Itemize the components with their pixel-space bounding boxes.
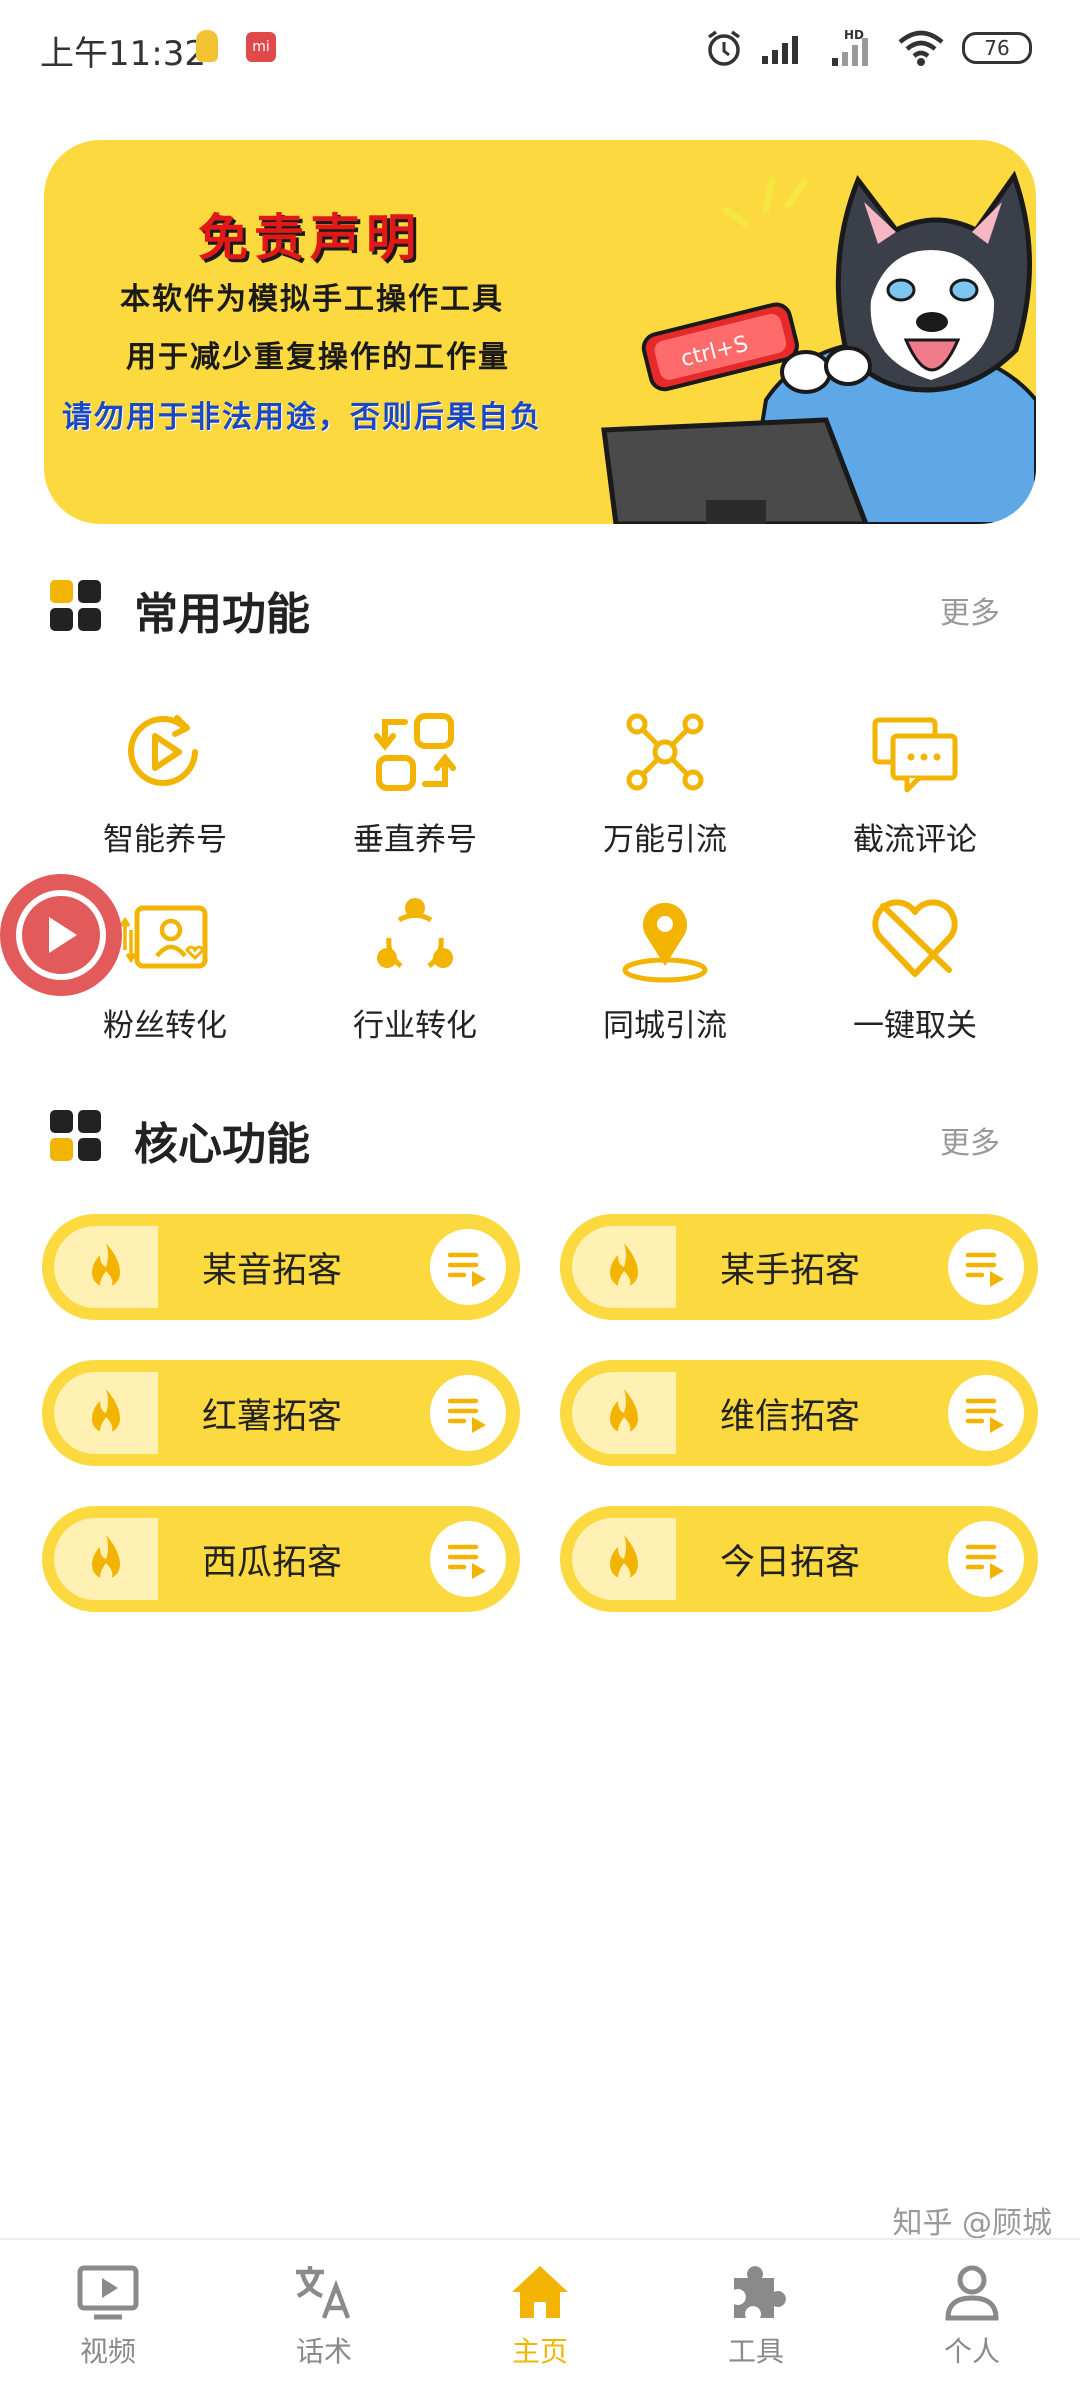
broken-heart-icon	[872, 899, 958, 977]
fan-card-icon	[119, 905, 208, 969]
func-one-click-unfollow[interactable]: 一键取关	[790, 874, 1040, 1060]
banner-line-2: 用于减少重复操作的工作量	[126, 340, 510, 375]
nav-label: 主页	[511, 2335, 568, 2368]
core-item-xigua[interactable]: 西瓜拓客	[42, 1506, 520, 1612]
watermark-text: 知乎 @顾城	[892, 2206, 1052, 2241]
fire-icon	[54, 1372, 158, 1454]
func-vertical-nurture[interactable]: 垂直养号	[290, 688, 540, 874]
mi-app-badge: mi	[246, 32, 276, 62]
network-nodes-icon	[626, 713, 704, 791]
nav-item-scripts[interactable]: 话术	[216, 2240, 432, 2400]
nav-label: 个人	[943, 2335, 1000, 2368]
nav-item-home[interactable]: 主页	[432, 2240, 648, 2400]
tv-play-icon	[77, 2265, 139, 2320]
func-intercept-comments[interactable]: 截流评论	[790, 688, 1040, 874]
signal-icon	[762, 36, 798, 64]
bottom-navigation: 视频 话术 主页 工具 个人	[0, 2238, 1080, 2400]
nav-label: 视频	[79, 2335, 136, 2368]
fire-icon	[572, 1372, 676, 1454]
banner-line-3: 请勿用于非法用途，否则后果自负	[62, 400, 542, 435]
nav-label: 话术	[295, 2335, 352, 2368]
status-bar: 上午11:32 mi HD 76	[0, 0, 1080, 100]
list-play-icon[interactable]	[430, 1521, 506, 1597]
func-label: 一键取关	[853, 1008, 977, 1044]
func-smart-nurture[interactable]: 智能养号	[40, 688, 290, 874]
func-label: 截流评论	[853, 822, 977, 858]
core-item-label: 某手拓客	[719, 1251, 860, 1291]
section-grid-icon	[50, 580, 102, 632]
status-time: 上午11:32	[40, 34, 206, 74]
fire-icon	[54, 1518, 158, 1600]
signal-hd-icon: HD	[832, 28, 868, 66]
play-cycle-icon	[128, 715, 198, 786]
banner-title: 免责声明	[198, 209, 422, 267]
func-local-traffic[interactable]: 同城引流	[540, 874, 790, 1060]
core-item-douyin[interactable]: 某音拓客	[42, 1214, 520, 1320]
translate-icon	[296, 2266, 351, 2319]
nav-item-video[interactable]: 视频	[0, 2240, 216, 2400]
core-more-link[interactable]: 更多	[940, 1118, 1000, 1162]
core-item-label: 红薯拓客	[201, 1397, 342, 1437]
list-play-icon[interactable]	[430, 1375, 506, 1451]
husky-illustration: ctrl+S	[601, 170, 1036, 524]
core-functions-header: 核心功能 更多	[50, 1098, 1030, 1170]
common-functions-header: 常用功能 更多	[50, 568, 1030, 640]
func-label: 智能养号	[103, 822, 227, 858]
core-item-kuaishou[interactable]: 某手拓客	[560, 1214, 1038, 1320]
nav-item-profile[interactable]: 个人	[864, 2240, 1080, 2400]
func-label: 粉丝转化	[103, 1008, 227, 1044]
core-item-toutiao[interactable]: 今日拓客	[560, 1506, 1038, 1612]
alarm-icon	[707, 30, 741, 66]
section-grid-icon	[50, 1110, 102, 1162]
list-play-icon[interactable]	[430, 1229, 506, 1305]
core-item-label: 今日拓客	[719, 1543, 860, 1583]
core-item-label: 某音拓客	[201, 1251, 342, 1291]
banner-line-1: 本软件为模拟手工操作工具	[120, 282, 504, 317]
comment-bubbles-icon	[872, 717, 958, 793]
func-universal-traffic[interactable]: 万能引流	[540, 688, 790, 874]
core-item-label: 西瓜拓客	[201, 1543, 342, 1583]
common-functions-grid: 智能养号 垂直养号 万能引流 截流评论 粉丝转化 行业转化 同城引流 一键取关	[40, 688, 1040, 1058]
person-icon	[945, 2265, 999, 2321]
func-label: 万能引流	[603, 822, 727, 858]
status-indicators: HD 76	[704, 28, 1032, 68]
puzzle-icon	[734, 2266, 786, 2318]
core-functions-title: 核心功能	[134, 1119, 310, 1170]
hand-notification-icon	[196, 30, 218, 62]
common-functions-title: 常用功能	[134, 589, 310, 640]
func-industry-conversion[interactable]: 行业转化	[290, 874, 540, 1060]
wifi-icon	[898, 30, 944, 66]
core-item-weixin[interactable]: 维信拓客	[560, 1360, 1038, 1466]
disclaimer-banner[interactable]: 免责声明 本软件为模拟手工操作工具 用于减少重复操作的工作量 请勿用于非法用途，…	[44, 140, 1036, 524]
core-item-xiaohongshu[interactable]: 红薯拓客	[42, 1360, 520, 1466]
list-play-icon[interactable]	[948, 1229, 1024, 1305]
play-icon	[16, 890, 106, 980]
location-pin-icon	[622, 902, 708, 983]
fire-icon	[54, 1226, 158, 1308]
list-play-icon[interactable]	[948, 1521, 1024, 1597]
list-play-icon[interactable]	[948, 1375, 1024, 1451]
battery-indicator: 76	[962, 32, 1032, 64]
swap-squares-icon	[374, 713, 456, 791]
func-label: 行业转化	[353, 1008, 477, 1044]
nav-label: 工具	[727, 2335, 784, 2368]
fire-icon	[572, 1518, 676, 1600]
app-home-screen: 上午11:32 mi HD 76 免责声明 本软件为模拟手工操作工具 用于减少重…	[0, 0, 1080, 2400]
fire-icon	[572, 1226, 676, 1308]
three-dots-cycle-icon	[377, 898, 453, 969]
core-item-label: 维信拓客	[719, 1397, 860, 1437]
nav-item-tools[interactable]: 工具	[648, 2240, 864, 2400]
func-label: 垂直养号	[353, 822, 477, 858]
common-more-link[interactable]: 更多	[940, 588, 1000, 632]
floating-play-button[interactable]	[0, 874, 122, 996]
network-hd-label: HD	[844, 28, 864, 42]
func-label: 同城引流	[603, 1008, 727, 1044]
home-icon	[512, 2266, 568, 2318]
